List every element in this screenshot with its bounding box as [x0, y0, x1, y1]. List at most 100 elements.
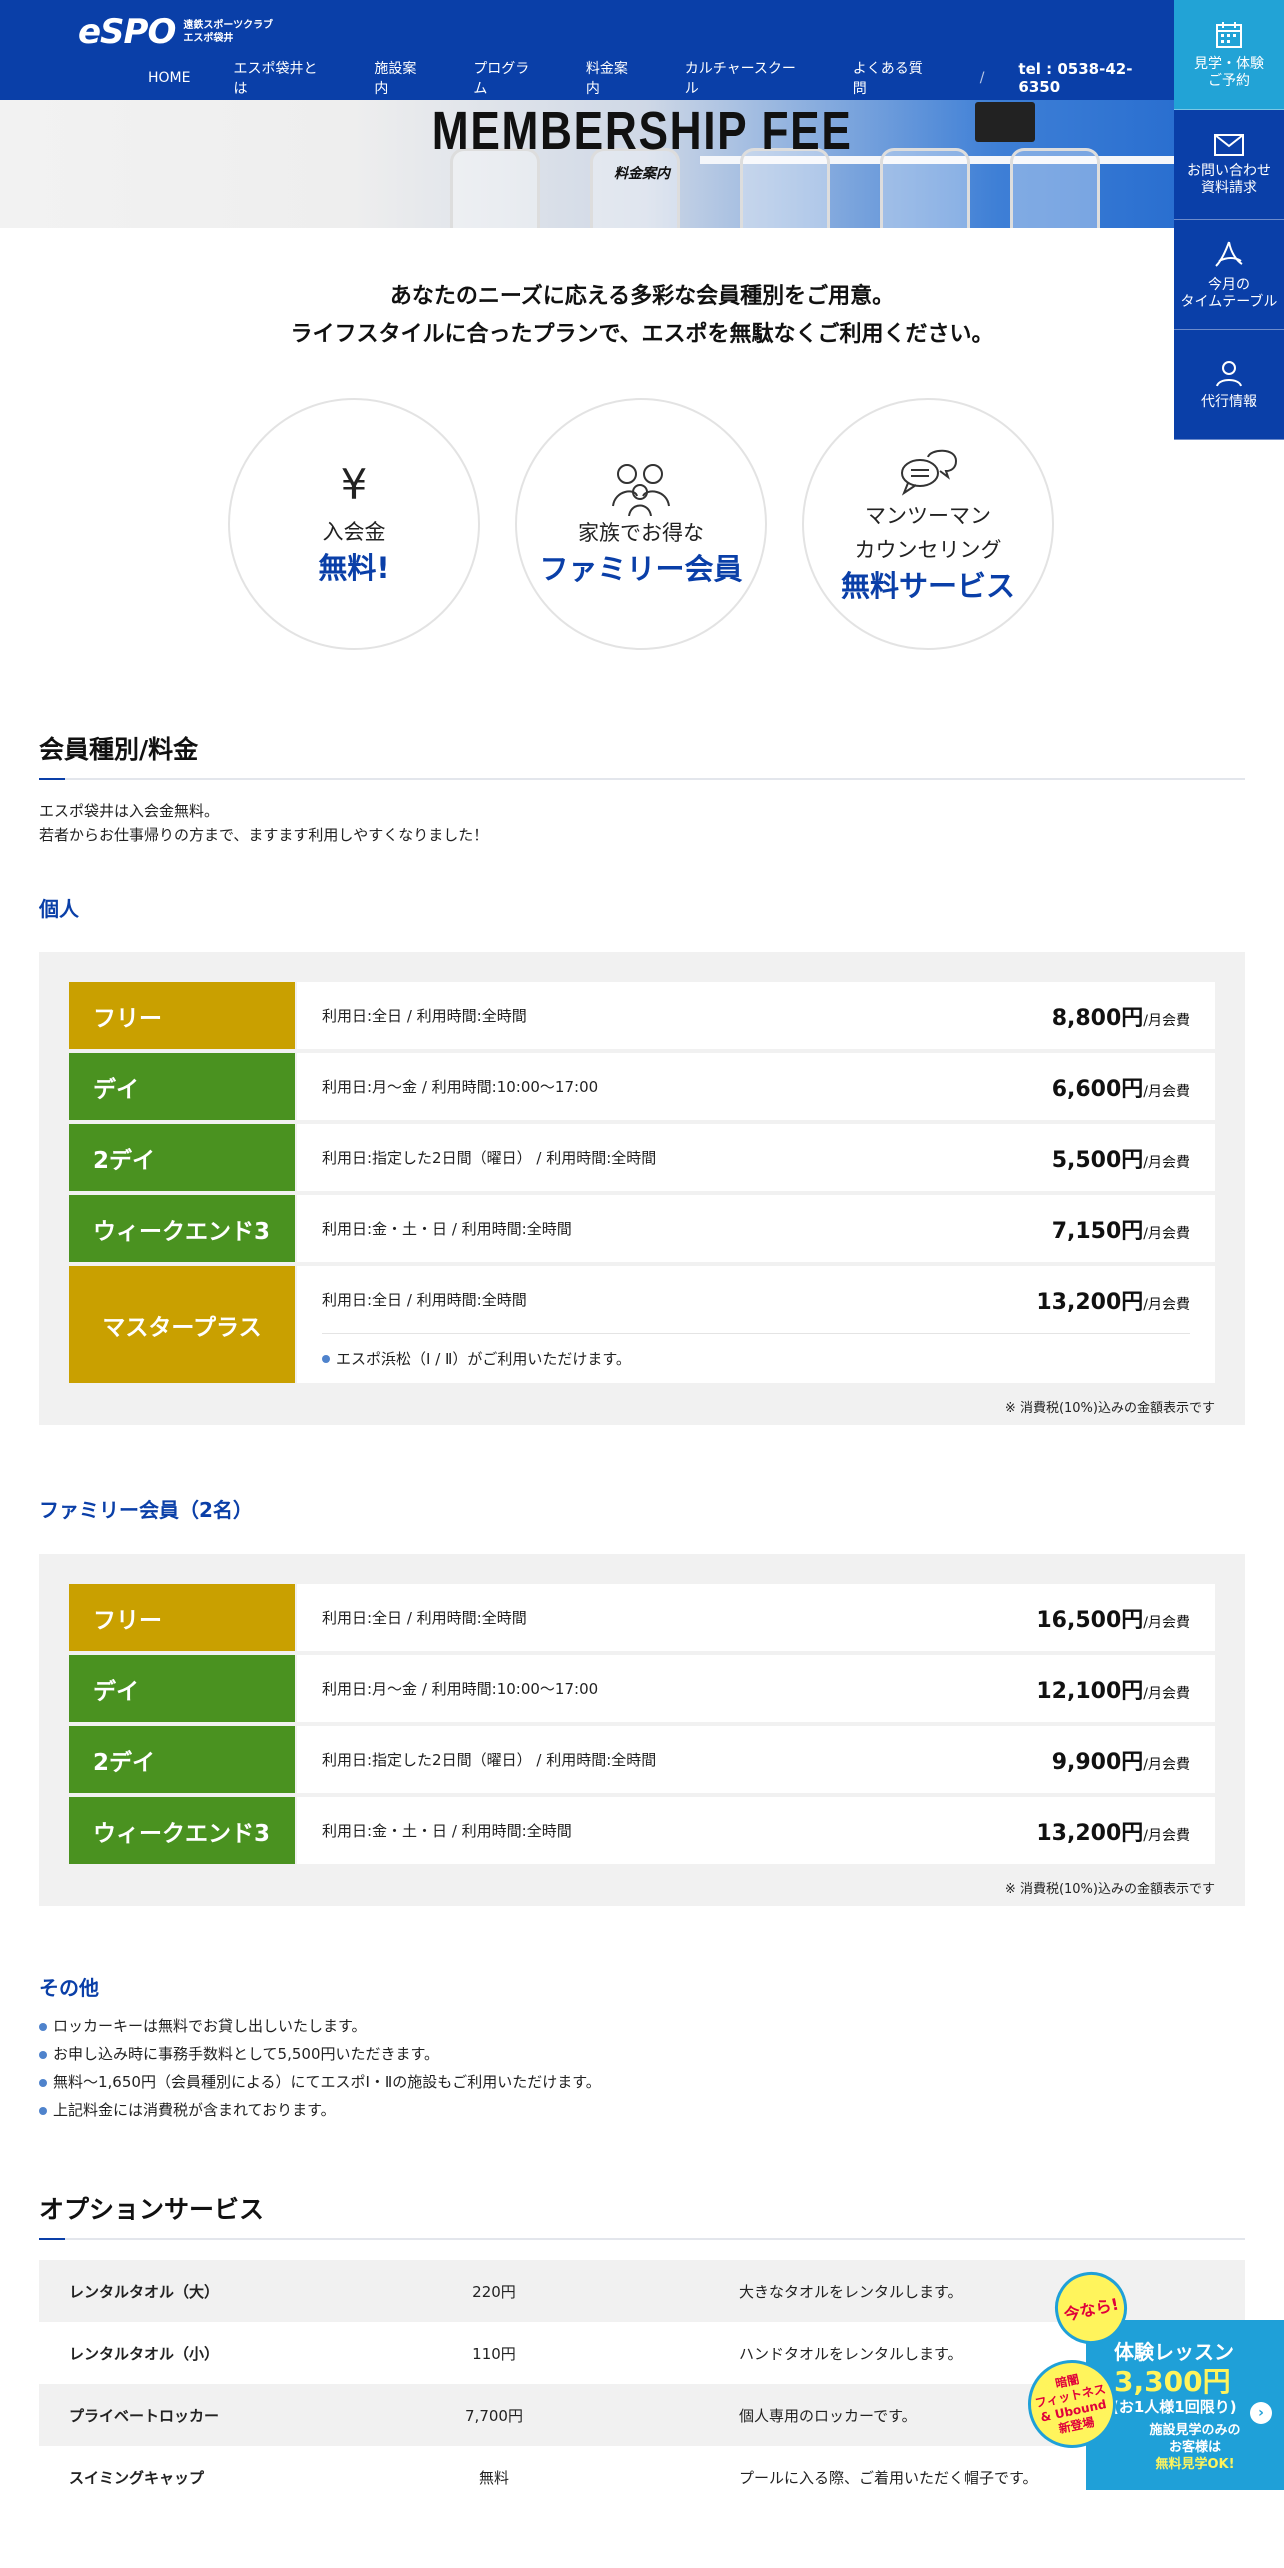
pdf-icon — [1215, 241, 1243, 267]
plan-desc: 利用日:月～金 / 利用時間:10:00～17:00 — [322, 1078, 599, 1096]
plan-row: 2デイ 利用日:指定した2日間（曜日） / 利用時間:全時間 5,500円/月会… — [69, 1124, 1215, 1191]
list-item: 上記料金には消費税が含まれております。 — [39, 2096, 601, 2124]
plan-note: エスポ浜松（Ⅰ / Ⅱ）がご利用いただけます。 — [322, 1333, 1190, 1383]
list-item: ロッカーキーは無料でお貸し出しいたします。 — [39, 2012, 601, 2040]
logo-sub-line1: 遠鉄スポーツクラブ — [183, 20, 274, 31]
hero-title: MEMBERSHIP FEE — [431, 101, 853, 161]
intro-line: ライフスタイルに合ったプランで、エスポを無駄なくご利用ください。 — [290, 322, 994, 347]
option-price: 220円 — [472, 2282, 516, 2301]
feature-circles: ¥ 入会金 無料! 家族でお得な ファミリー会員 マンツーマン カウンセリング … — [228, 398, 1089, 650]
person-icon — [1216, 361, 1242, 387]
tax-note: ※ 消費税(10%)込みの金額表示です — [1004, 1400, 1215, 1416]
plan-desc: 利用日:月～金 / 利用時間:10:00～17:00 — [322, 1680, 599, 1698]
nav-faq[interactable]: よくある質問 — [853, 58, 937, 98]
nav-facilities[interactable]: 施設案内 — [374, 58, 430, 98]
plan-desc: 利用日:指定した2日間（曜日） / 利用時間:全時間 — [322, 1149, 657, 1167]
plan-desc: 利用日:全日 / 利用時間:全時間 — [322, 1291, 527, 1309]
section-heading-options: オプションサービス — [39, 2190, 1245, 2240]
plan-row: フリー 利用日:全日 / 利用時間:全時間 16,500円/月会費 — [69, 1584, 1215, 1651]
visit-reservation-button[interactable]: 見学・体験 ご予約 — [1174, 0, 1284, 110]
option-price: 110円 — [472, 2344, 516, 2363]
plan-price: 13,200円/月会費 — [1036, 1289, 1190, 1315]
plan-price: 13,200円/月会費 — [1036, 1820, 1190, 1846]
nav-fees[interactable]: 料金案内 — [586, 58, 642, 98]
option-price: 7,700円 — [465, 2406, 523, 2425]
plan-name: デイ — [69, 1053, 295, 1120]
nav-about[interactable]: エスポ袋井とは — [233, 58, 331, 98]
individual-heading: 個人 — [39, 897, 79, 921]
side-label: お問い合わせ — [1187, 162, 1271, 179]
side-label: 代行情報 — [1201, 394, 1257, 410]
plan-desc: 利用日:金・土・日 / 利用時間:全時間 — [322, 1220, 572, 1238]
side-action-bar: 見学・体験 ご予約 お問い合わせ 資料請求 今月の タイムテーブル 代行情報 — [1174, 0, 1284, 440]
bullet-icon — [322, 1354, 330, 1363]
plan-desc: 利用日:全日 / 利用時間:全時間 — [322, 1609, 527, 1627]
membership-lead: エスポ袋井は入会金無料。 若者からお仕事帰りの方まで、ますます利用しやすくなりま… — [39, 799, 488, 847]
family-plans: フリー 利用日:全日 / 利用時間:全時間 16,500円/月会費 デイ 利用日… — [39, 1554, 1245, 1906]
plan-row: フリー 利用日:全日 / 利用時間:全時間 8,800円/月会費 — [69, 982, 1215, 1049]
plan-row: デイ 利用日:月～金 / 利用時間:10:00～17:00 12,100円/月会… — [69, 1655, 1215, 1722]
feature-free-entry: ¥ 入会金 無料! — [228, 398, 480, 650]
feature-family: 家族でお得な ファミリー会員 — [515, 398, 767, 650]
plan-name: マスタープラス — [69, 1266, 295, 1383]
bullet-icon — [39, 2078, 47, 2087]
plan-name: フリー — [69, 1584, 295, 1651]
others-heading: その他 — [39, 1976, 99, 2000]
plan-name: 2デイ — [69, 1726, 295, 1793]
plan-desc: 利用日:全日 / 利用時間:全時間 — [322, 1007, 527, 1025]
logo-sub-line2: エスポ袋井 — [183, 33, 234, 44]
nav-home[interactable]: HOME — [148, 70, 190, 86]
plan-price: 5,500円/月会費 — [1051, 1147, 1190, 1173]
option-price: 無料 — [478, 2468, 509, 2487]
contact-button[interactable]: お問い合わせ 資料請求 — [1174, 110, 1284, 220]
list-item: 無料～1,650円（会員種別による）にてエスポⅠ・Ⅱの施設もご利用いただけます。 — [39, 2068, 601, 2096]
plan-row: ウィークエンド3 利用日:金・土・日 / 利用時間:全時間 7,150円/月会費 — [69, 1195, 1215, 1262]
plan-row: デイ 利用日:月～金 / 利用時間:10:00～17:00 6,600円/月会費 — [69, 1053, 1215, 1120]
plan-row: マスタープラス 利用日:全日 / 利用時間:全時間 13,200円/月会費 エス… — [69, 1266, 1215, 1383]
plan-name: ウィークエンド3 — [69, 1797, 295, 1864]
family-icon — [612, 464, 670, 516]
table-row: スイミングキャップ 無料 プールに入る際、ご着用いただく帽子です。 — [39, 2446, 1245, 2508]
option-name: レンタルタオル（小） — [69, 2344, 220, 2363]
list-item: お申し込み時に事務手数料として5,500円いただきます。 — [39, 2040, 601, 2068]
plan-name: 2デイ — [69, 1124, 295, 1191]
plan-row: 2デイ 利用日:指定した2日間（曜日） / 利用時間:全時間 9,900円/月会… — [69, 1726, 1215, 1793]
site-header: eSPO 遠鉄スポーツクラブ エスポ袋井 HOME エスポ袋井とは 施設案内 プ… — [0, 0, 1174, 100]
nav-culture-school[interactable]: カルチャースクール — [685, 58, 810, 98]
bullet-icon — [39, 2050, 47, 2059]
yen-icon: ¥ — [340, 460, 368, 509]
nav-programs[interactable]: プログラム — [473, 58, 543, 98]
tax-note: ※ 消費税(10%)込みの金額表示です — [1004, 1881, 1215, 1897]
feature-highlight: 無料サービス — [840, 569, 1015, 603]
side-label: ご予約 — [1208, 72, 1250, 89]
chevron-right-icon: › — [1250, 2402, 1272, 2424]
option-name: スイミングキャップ — [69, 2468, 205, 2487]
feature-label: 入会金 — [322, 520, 386, 544]
others-list: ロッカーキーは無料でお貸し出しいたします。 お申し込み時に事務手数料として5,5… — [39, 2012, 601, 2124]
plan-desc: 利用日:指定した2日間（曜日） / 利用時間:全時間 — [322, 1751, 657, 1769]
plan-price: 16,500円/月会費 — [1036, 1607, 1190, 1633]
side-label: 資料請求 — [1201, 179, 1257, 196]
plan-desc: 利用日:金・土・日 / 利用時間:全時間 — [322, 1822, 572, 1840]
option-name: プライベートロッカー — [69, 2406, 220, 2425]
logo-mark: eSPO — [78, 12, 176, 52]
feature-highlight: ファミリー会員 — [539, 552, 743, 586]
intro-text: あなたのニーズに応える多彩な会員種別をご用意。 ライフスタイルに合ったプランで、… — [0, 278, 1284, 354]
trial-note: 施設見学のみの お客様は 無料見学OK! — [1149, 2423, 1241, 2472]
phone-number[interactable]: tel : 0538-42-6350 — [1018, 60, 1174, 96]
plan-price: 7,150円/月会費 — [1051, 1218, 1190, 1244]
section-heading-membership: 会員種別/料金 — [39, 730, 1245, 780]
side-label: 見学・体験 — [1194, 55, 1264, 72]
intro-line: あなたのニーズに応える多彩な会員種別をご用意。 — [389, 284, 895, 309]
bullet-icon — [39, 2022, 47, 2031]
plan-price: 9,900円/月会費 — [1051, 1749, 1190, 1775]
lead-line: 若者からお仕事帰りの方まで、ますます利用しやすくなりました！ — [39, 826, 489, 844]
option-desc: 大きなタオルをレンタルします。 — [739, 2282, 963, 2301]
plan-price: 6,600円/月会費 — [1051, 1076, 1190, 1102]
trial-condition: (お1人様1回限り) — [1112, 2398, 1237, 2416]
calendar-icon — [1216, 21, 1242, 48]
plan-name: フリー — [69, 982, 295, 1049]
plan-price: 8,800円/月会費 — [1051, 1005, 1190, 1031]
trial-price: 3,300円 — [1114, 2365, 1231, 2398]
logo[interactable]: eSPO 遠鉄スポーツクラブ エスポ袋井 — [78, 12, 273, 52]
